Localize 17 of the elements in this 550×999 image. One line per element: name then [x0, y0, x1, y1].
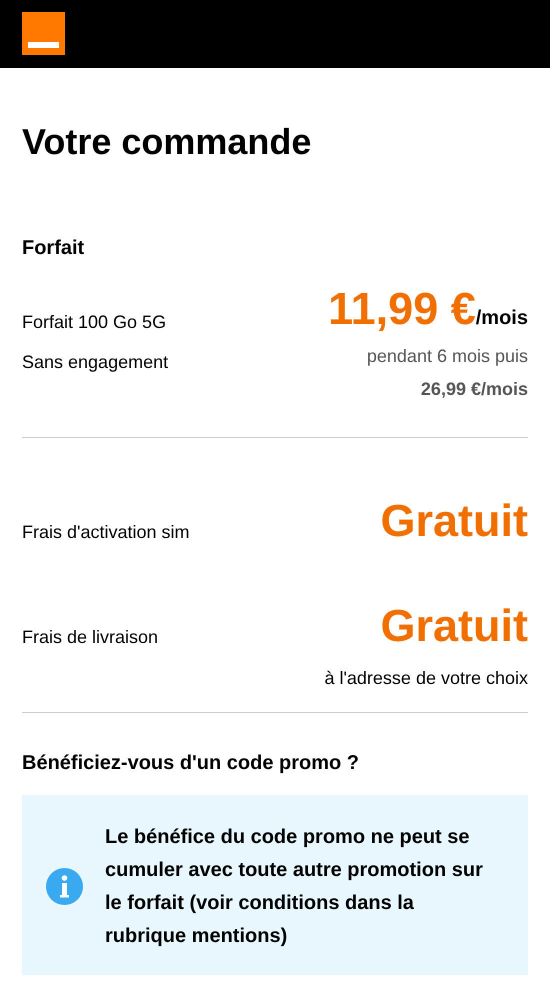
logo-icon[interactable] [22, 12, 65, 55]
price: 11,99 € [328, 286, 476, 332]
page-title: Votre commande [22, 120, 312, 164]
section-heading: Bénéficiez-vous d'un code promo ? [22, 750, 360, 775]
fee-value: Gratuit [380, 498, 528, 544]
section-heading: Forfait [22, 236, 86, 260]
later-price: 26,99 €/mois [420, 378, 528, 402]
info-text: Le bénéfice du code promo ne peut se cumuler avec toute autre promotion sur le forfait (voir conditions dans la rubrique mentions) [105, 824, 484, 949]
fee-label: Frais d'activation sim [22, 522, 190, 544]
fee-value: Gratuit [380, 603, 528, 648]
plan-commitment: Sans engagement [22, 352, 168, 374]
price-duration: pendant 6 mois puis [366, 345, 528, 368]
fee-label: Frais de livraison [22, 626, 158, 648]
price-unit: /mois [476, 306, 528, 332]
plan-name: Forfait 100 Go 5G [22, 312, 168, 334]
info-icon [46, 868, 83, 906]
fee-note: à l'adresse de votre choix [323, 668, 528, 690]
